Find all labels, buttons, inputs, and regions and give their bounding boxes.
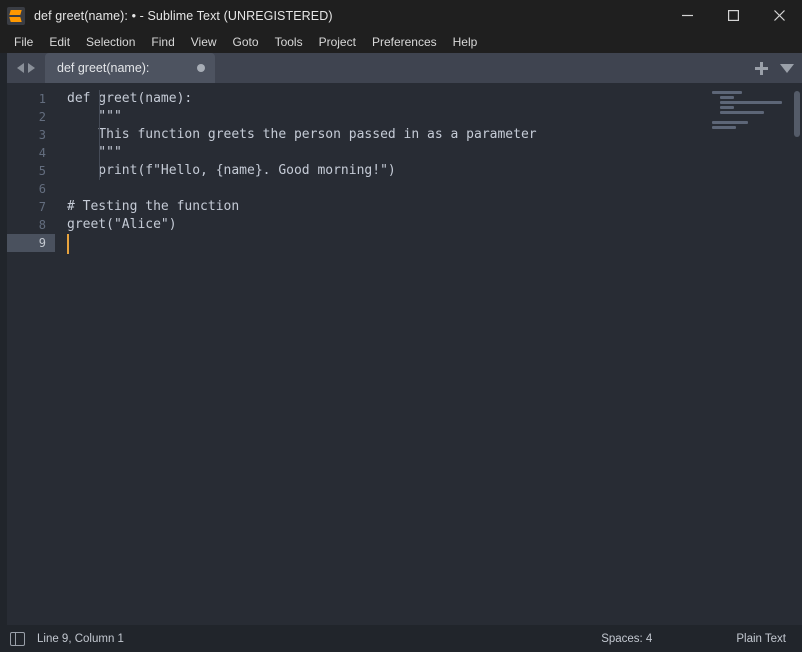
indentation-status[interactable]: Spaces: 4: [601, 633, 652, 645]
chevron-left-icon[interactable]: [17, 63, 24, 73]
line-number: 8: [38, 218, 46, 232]
line-number: 1: [38, 92, 46, 106]
menu-item-preferences[interactable]: Preferences: [364, 33, 445, 51]
line-number-gutter: 1 2 3 4 5 6 7 8 9: [7, 83, 55, 625]
menu-item-find[interactable]: Find: [143, 33, 182, 51]
code-line: greet("Alice"): [67, 217, 177, 232]
window-controls: [664, 0, 802, 31]
code-line: def greet(name):: [67, 91, 193, 106]
indent-guide: [99, 90, 100, 180]
window-title: def greet(name): • - Sublime Text (UNREG…: [34, 8, 333, 23]
sublime-text-window: def greet(name): • - Sublime Text (UNREG…: [0, 0, 802, 652]
syntax-status[interactable]: Plain Text: [736, 633, 786, 645]
sidebar-toggle-icon[interactable]: [10, 631, 25, 646]
text-cursor: [67, 234, 69, 254]
menu-item-tools[interactable]: Tools: [267, 33, 311, 51]
code-line: This function greets the person passed i…: [67, 127, 537, 142]
menu-item-selection[interactable]: Selection: [78, 33, 143, 51]
workspace: def greet(name): 1 2 3 4 5 6 7 8 9 def g…: [0, 53, 802, 625]
status-bar: Line 9, Column 1 Spaces: 4 Plain Text: [0, 625, 802, 652]
minimap-scrollbar[interactable]: [794, 91, 800, 137]
menu-item-goto[interactable]: Goto: [225, 33, 267, 51]
tab-bar-actions: [755, 53, 794, 83]
unsaved-changes-dot-icon[interactable]: [197, 64, 205, 72]
minimize-icon[interactable]: [664, 0, 710, 31]
tab-navigation-arrows: [7, 53, 45, 83]
menu-item-file[interactable]: File: [6, 33, 41, 51]
tab-label: def greet(name):: [57, 61, 150, 75]
close-icon[interactable]: [756, 0, 802, 31]
code-line: # Testing the function: [67, 199, 240, 214]
line-number-active: 9: [7, 234, 55, 252]
minimap[interactable]: [706, 83, 802, 625]
line-number: 6: [38, 182, 46, 196]
sidebar-collapsed-strip[interactable]: [0, 53, 7, 625]
cursor-position-status: Line 9, Column 1: [37, 632, 124, 645]
code-line: """: [67, 145, 122, 160]
menu-bar: File Edit Selection Find View Goto Tools…: [0, 31, 802, 53]
code-line: print(f"Hello, {name}. Good morning!"): [67, 163, 396, 178]
menu-item-help[interactable]: Help: [445, 33, 486, 51]
code-editor[interactable]: def greet(name): """ This function greet…: [55, 83, 706, 625]
line-number: 2: [38, 110, 46, 124]
editor-column: def greet(name): 1 2 3 4 5 6 7 8 9 def g…: [7, 53, 802, 625]
editor-area: 1 2 3 4 5 6 7 8 9 def greet(name): """ T…: [7, 83, 802, 625]
plus-icon[interactable]: [755, 61, 768, 75]
sublime-text-logo-icon: [7, 6, 25, 25]
line-number: 7: [38, 200, 46, 214]
tab-bar: def greet(name):: [7, 53, 802, 83]
maximize-icon[interactable]: [710, 0, 756, 31]
status-bar-right: Spaces: 4 Plain Text: [601, 633, 786, 645]
menu-item-project[interactable]: Project: [311, 33, 364, 51]
line-number: 5: [38, 164, 46, 178]
line-number: 3: [38, 128, 46, 142]
tab-def-greet[interactable]: def greet(name):: [45, 53, 215, 83]
menu-item-view[interactable]: View: [183, 33, 225, 51]
code-line: """: [67, 109, 122, 124]
menu-item-edit[interactable]: Edit: [41, 33, 78, 51]
chevron-right-icon[interactable]: [28, 63, 35, 73]
title-bar: def greet(name): • - Sublime Text (UNREG…: [0, 0, 802, 31]
line-number: 4: [38, 146, 46, 160]
chevron-down-icon[interactable]: [780, 63, 794, 73]
